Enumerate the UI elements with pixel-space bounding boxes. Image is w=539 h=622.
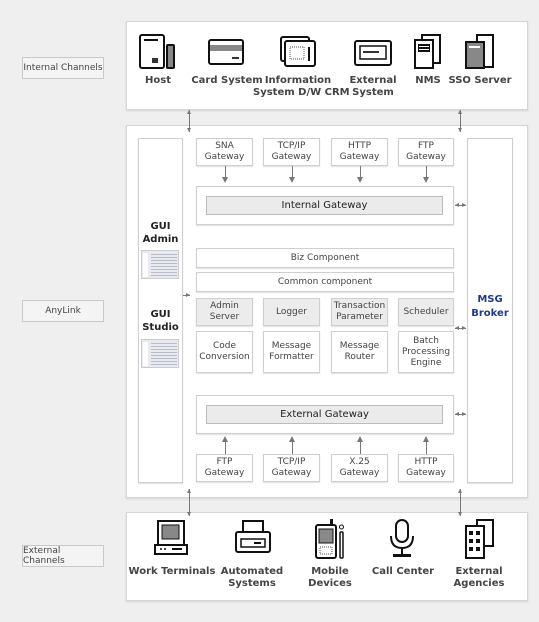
arrow-head xyxy=(458,128,462,132)
component-box: Transaction Parameter xyxy=(331,298,388,326)
building-icon xyxy=(459,518,499,564)
component-box: Message Router xyxy=(331,331,388,373)
internal-channels-label: Internal Channels xyxy=(22,57,104,79)
internal-system-label: SSO Server xyxy=(448,75,512,86)
component-box: Batch Processing Engine xyxy=(398,331,454,373)
gateway-box: HTTP Gateway xyxy=(331,138,388,166)
mobile-icon xyxy=(310,518,350,564)
gateway-box: FTP Gateway xyxy=(196,454,253,482)
arrow-head xyxy=(462,203,466,207)
external-system-label: Work Terminals xyxy=(128,566,216,577)
arrow-head xyxy=(462,412,466,416)
gateway-box: SNA Gateway xyxy=(196,138,253,166)
arrow-head xyxy=(423,436,429,442)
arrow-head xyxy=(455,326,459,330)
automated-system-icon xyxy=(232,518,272,562)
gui-admin-screenshot xyxy=(141,250,179,279)
gateway-box: FTP Gateway xyxy=(398,138,454,166)
flow-arrow xyxy=(426,441,427,454)
host-icon xyxy=(138,34,178,74)
arrow-head xyxy=(458,489,462,493)
component-box: Scheduler xyxy=(398,298,454,326)
nms-icon xyxy=(408,34,448,74)
gateway-box: X.25 Gateway xyxy=(331,454,388,482)
arrow-head xyxy=(187,512,191,516)
arrow-head xyxy=(222,436,228,442)
information-system-icon xyxy=(278,34,318,74)
biz-component: Biz Component xyxy=(196,248,454,268)
arrow-head xyxy=(423,177,429,183)
arrow-head xyxy=(186,293,190,297)
gateway-box: HTTP Gateway xyxy=(398,454,454,482)
arrow-head xyxy=(357,436,363,442)
msg-broker-label: MSG Broker xyxy=(471,294,509,319)
arrow-head xyxy=(462,326,466,330)
arrow-head xyxy=(455,203,459,207)
external-system-icon xyxy=(353,34,393,74)
component-box: Code Conversion xyxy=(196,331,253,373)
flow-arrow xyxy=(292,441,293,454)
gui-studio-screenshot xyxy=(141,339,179,368)
external-system-label: External Agencies xyxy=(453,566,505,589)
arrow-head xyxy=(289,436,295,442)
external-channels-label: External Channels xyxy=(22,545,104,567)
flow-arrow xyxy=(225,441,226,454)
gui-admin-label: GUI Admin xyxy=(142,221,179,245)
arrow-head xyxy=(458,110,462,114)
card-icon xyxy=(207,34,247,74)
microphone-icon xyxy=(383,518,423,564)
flow-arrow xyxy=(360,441,361,454)
arrow-head xyxy=(357,177,363,183)
component-box: Message Formatter xyxy=(263,331,320,373)
internal-gateway: Internal Gateway xyxy=(206,196,443,215)
arrow-head xyxy=(222,177,228,183)
arrow-head xyxy=(289,177,295,183)
gateway-box: TCP/IP Gateway xyxy=(263,138,320,166)
arrow-head xyxy=(187,128,191,132)
arrow-head xyxy=(455,412,459,416)
anylink-label: AnyLink xyxy=(22,300,104,322)
common-component: Common component xyxy=(196,272,454,292)
arrow-head xyxy=(458,512,462,516)
gateway-box: TCP/IP Gateway xyxy=(263,454,320,482)
arrow-head xyxy=(187,110,191,114)
gui-studio-label: GUI Studio xyxy=(142,309,179,333)
server-icon xyxy=(460,34,500,74)
terminal-icon xyxy=(152,518,192,562)
component-box: Logger xyxy=(263,298,320,326)
external-system-label: Automated Systems xyxy=(220,566,284,589)
arrow-head xyxy=(187,489,191,493)
external-gateway: External Gateway xyxy=(206,405,443,424)
component-box: Admin Server xyxy=(196,298,253,326)
